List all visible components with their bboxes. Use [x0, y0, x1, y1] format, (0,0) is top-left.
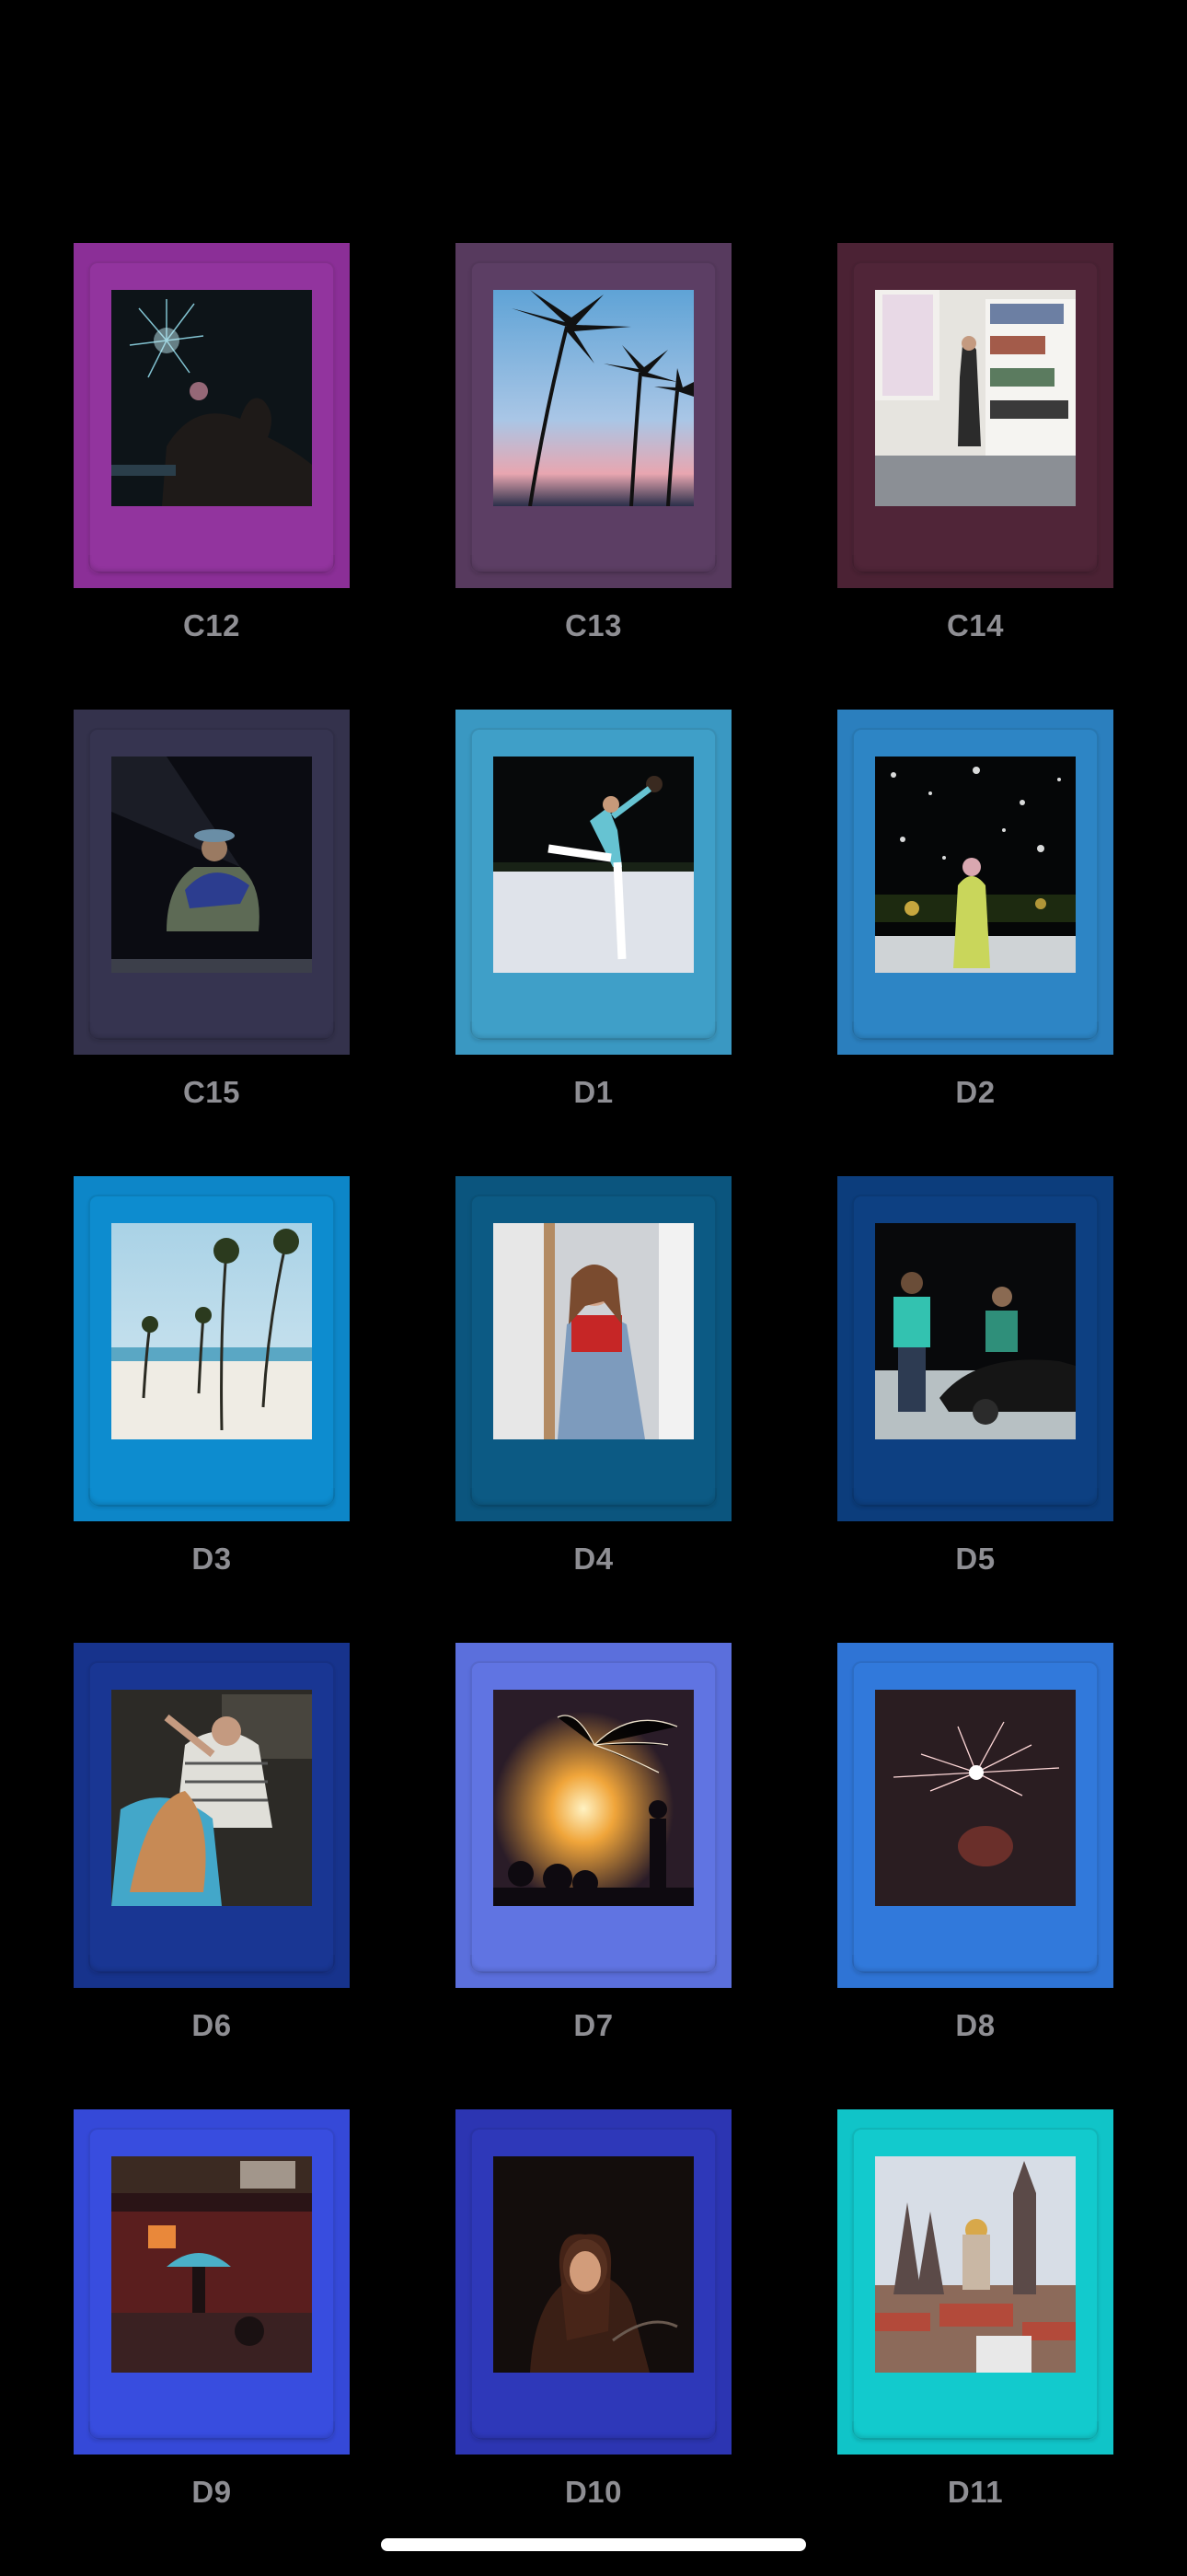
frame-preview[interactable]: [837, 1643, 1113, 1988]
frame-option-d3[interactable]: D3: [74, 1176, 350, 1643]
frame-preview[interactable]: [455, 1176, 732, 1521]
frame-option-d6[interactable]: D6: [74, 1643, 350, 2109]
frame-label: D1: [573, 1075, 614, 1109]
frame-label: D8: [955, 2008, 996, 2042]
frame-preview[interactable]: [455, 2109, 732, 2455]
frame-preview[interactable]: [455, 243, 732, 588]
frame-preview[interactable]: [74, 710, 350, 1055]
frame-photo-image: [493, 1690, 694, 1906]
frame-option-c12[interactable]: C12: [74, 243, 350, 710]
frame-label: D10: [564, 2475, 623, 2509]
frame-label: D9: [191, 2475, 232, 2509]
frame-option-d5[interactable]: D5: [837, 1176, 1113, 1643]
frame-option-d4[interactable]: D4: [455, 1176, 732, 1643]
frame-preview[interactable]: [74, 1176, 350, 1521]
frame-label: D3: [191, 1542, 232, 1576]
frame-photo-image: [111, 2156, 312, 2373]
frame-photo-image: [493, 1223, 694, 1439]
frame-option-d8[interactable]: D8: [837, 1643, 1113, 2109]
frame-option-c15[interactable]: C15: [74, 710, 350, 1176]
frame-label: C12: [182, 608, 241, 642]
frame-preview[interactable]: [837, 2109, 1113, 2455]
frame-photo-image: [493, 2156, 694, 2373]
frame-preview[interactable]: [837, 1176, 1113, 1521]
home-indicator[interactable]: [381, 2538, 806, 2551]
frame-label: D5: [955, 1542, 996, 1576]
frame-option-d7[interactable]: D7: [455, 1643, 732, 2109]
frame-grid: C12 C13 C14 C15 D1 D2 D3 D4 D5 D6 D7 D8 …: [74, 243, 1113, 2576]
frame-preview[interactable]: [837, 710, 1113, 1055]
frame-photo-image: [111, 757, 312, 973]
frame-photo-image: [875, 2156, 1076, 2373]
frame-photo-image: [111, 1223, 312, 1439]
frame-photo-image: [111, 1690, 312, 1906]
frame-preview[interactable]: [74, 1643, 350, 1988]
frame-preview[interactable]: [837, 243, 1113, 588]
frame-photo-image: [493, 290, 694, 506]
frame-photo-image: [875, 1223, 1076, 1439]
frame-label: D2: [955, 1075, 996, 1109]
frame-photo-image: [875, 757, 1076, 973]
frame-option-d1[interactable]: D1: [455, 710, 732, 1176]
frame-preview[interactable]: [455, 710, 732, 1055]
frame-photo-image: [493, 757, 694, 973]
frame-photo-image: [111, 290, 312, 506]
frame-label: D11: [947, 2475, 1004, 2509]
frame-preview[interactable]: [455, 1643, 732, 1988]
frame-option-d10[interactable]: D10: [455, 2109, 732, 2576]
frame-label: C14: [946, 608, 1005, 642]
frame-label: D7: [573, 2008, 614, 2042]
frame-label: C13: [564, 608, 623, 642]
frame-label: D6: [191, 2008, 232, 2042]
frame-photo-image: [875, 1690, 1076, 1906]
frame-preview[interactable]: [74, 2109, 350, 2455]
frame-option-c13[interactable]: C13: [455, 243, 732, 710]
frame-option-c14[interactable]: C14: [837, 243, 1113, 710]
frame-option-d11[interactable]: D11: [837, 2109, 1113, 2576]
frame-photo-image: [875, 290, 1076, 506]
frame-option-d9[interactable]: D9: [74, 2109, 350, 2576]
frame-preview[interactable]: [74, 243, 350, 588]
frame-label: D4: [573, 1542, 614, 1576]
frame-option-d2[interactable]: D2: [837, 710, 1113, 1176]
frame-label: C15: [182, 1075, 241, 1109]
